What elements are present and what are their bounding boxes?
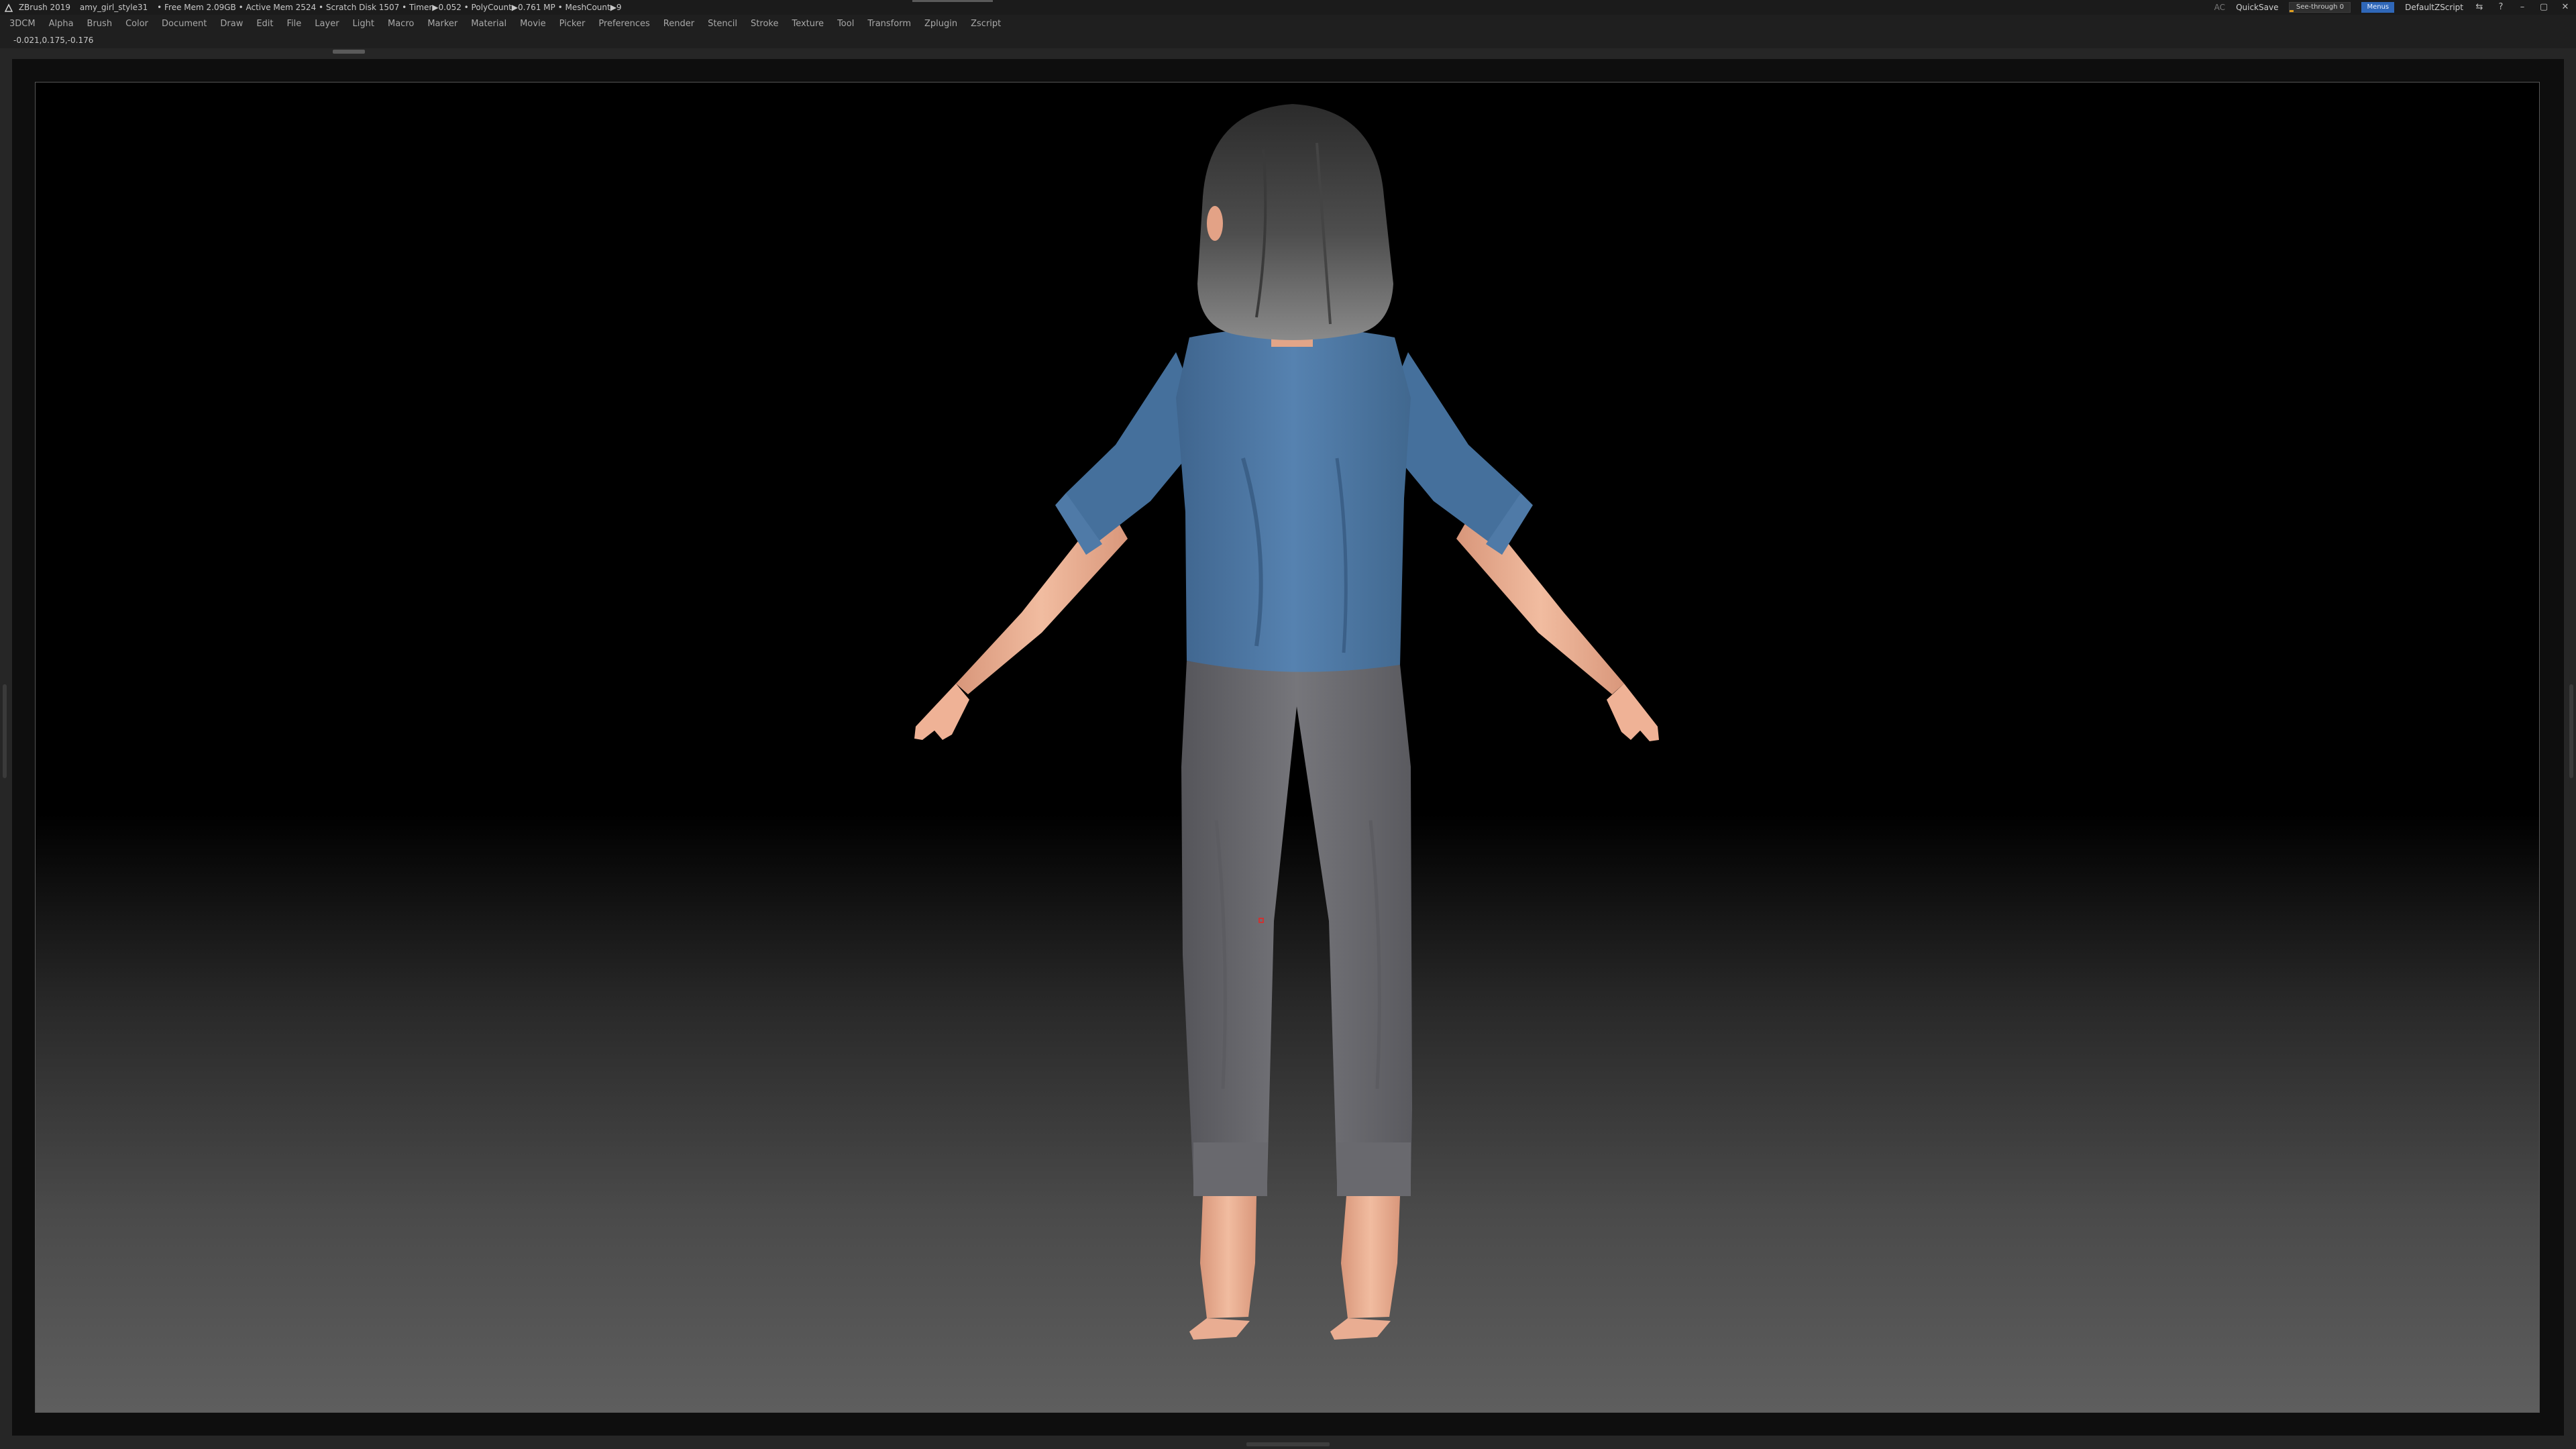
menu-item[interactable]: Stencil: [708, 15, 737, 34]
menu-item[interactable]: Draw: [220, 15, 243, 34]
character-model: [914, 104, 1659, 1340]
menu-item[interactable]: Texture: [792, 15, 824, 34]
menu-item[interactable]: Document: [162, 15, 207, 34]
menu-item[interactable]: Layer: [315, 15, 339, 34]
menu-item[interactable]: Marker: [427, 15, 458, 34]
close-icon[interactable]: ✕: [2560, 2, 2571, 13]
menu-item[interactable]: Stroke: [751, 15, 778, 34]
cursor-coordinates: -0.021,0.175,-0.176: [13, 36, 94, 45]
title-controls: AC QuickSave See-through 0 Menus Default…: [2214, 0, 2571, 15]
left-pant-cuff: [1193, 1142, 1267, 1196]
app-name: ZBrush 2019: [18, 3, 71, 12]
menu-item[interactable]: Preferences: [598, 15, 649, 34]
minimize-icon[interactable]: –: [2517, 2, 2528, 13]
menu-item[interactable]: Brush: [87, 15, 113, 34]
memory-stats: • Free Mem 2.09GB • Active Mem 2524 • Sc…: [157, 3, 622, 12]
see-through-fill: [2290, 10, 2294, 12]
zbrush-logo-icon[interactable]: [4, 3, 13, 13]
script-selector[interactable]: DefaultZScript: [2405, 0, 2463, 15]
menu-bar: 3DCM Alpha Brush Color Document Draw Edi…: [0, 15, 2576, 34]
menu-item[interactable]: 3DCM: [9, 15, 36, 34]
quicksave-button[interactable]: QuickSave: [2236, 0, 2278, 15]
file-name: amy_girl_style31: [79, 3, 148, 12]
menu-item[interactable]: Color: [125, 15, 148, 34]
right-hand: [1607, 684, 1659, 741]
menu-items: 3DCM Alpha Brush Color Document Draw Edi…: [9, 15, 1001, 34]
shirt: [1176, 327, 1411, 676]
right-leg: [1341, 1196, 1400, 1318]
left-leg: [1200, 1196, 1256, 1318]
menu-item[interactable]: Zscript: [971, 15, 1001, 34]
shelf-handle[interactable]: [333, 50, 365, 54]
bottom-tray-handle[interactable]: [1246, 1442, 1330, 1446]
see-through-label: See-through 0: [2296, 3, 2344, 11]
ac-toggle[interactable]: AC: [2214, 0, 2225, 15]
menu-item[interactable]: Alpha: [49, 15, 74, 34]
menu-item[interactable]: Zplugin: [924, 15, 957, 34]
menu-item[interactable]: Macro: [388, 15, 414, 34]
title-bar: ZBrush 2019 amy_girl_style31 • Free Mem …: [0, 0, 2576, 15]
left-foot: [1189, 1318, 1250, 1340]
right-tray-handle[interactable]: [2569, 684, 2573, 778]
layout-icon[interactable]: ⇆: [2474, 2, 2485, 13]
right-foot: [1330, 1318, 1391, 1340]
info-bar: -0.021,0.175,-0.176: [0, 34, 2576, 48]
right-pant-cuff: [1337, 1142, 1411, 1196]
title-tab-indicator: [912, 0, 993, 2]
ear: [1207, 206, 1223, 241]
see-through-slider[interactable]: See-through 0: [2289, 2, 2351, 13]
menu-item[interactable]: Picker: [559, 15, 586, 34]
menu-item[interactable]: Material: [471, 15, 506, 34]
menu-item[interactable]: Light: [353, 15, 374, 34]
menu-item[interactable]: Transform: [867, 15, 911, 34]
viewport-canvas[interactable]: [35, 82, 2540, 1413]
menu-item[interactable]: Movie: [520, 15, 545, 34]
title-info: ZBrush 2019 amy_girl_style31 • Free Mem …: [4, 0, 629, 15]
menu-item[interactable]: File: [287, 15, 302, 34]
menu-item[interactable]: Render: [663, 15, 694, 34]
menus-button[interactable]: Menus: [2361, 2, 2395, 13]
maximize-icon[interactable]: ▢: [2538, 2, 2549, 13]
menu-item[interactable]: Tool: [837, 15, 854, 34]
hair: [1197, 104, 1393, 340]
help-icon[interactable]: ?: [2496, 2, 2506, 13]
menu-item[interactable]: Edit: [256, 15, 273, 34]
left-hand: [914, 684, 969, 740]
left-tray-handle[interactable]: [3, 684, 7, 778]
